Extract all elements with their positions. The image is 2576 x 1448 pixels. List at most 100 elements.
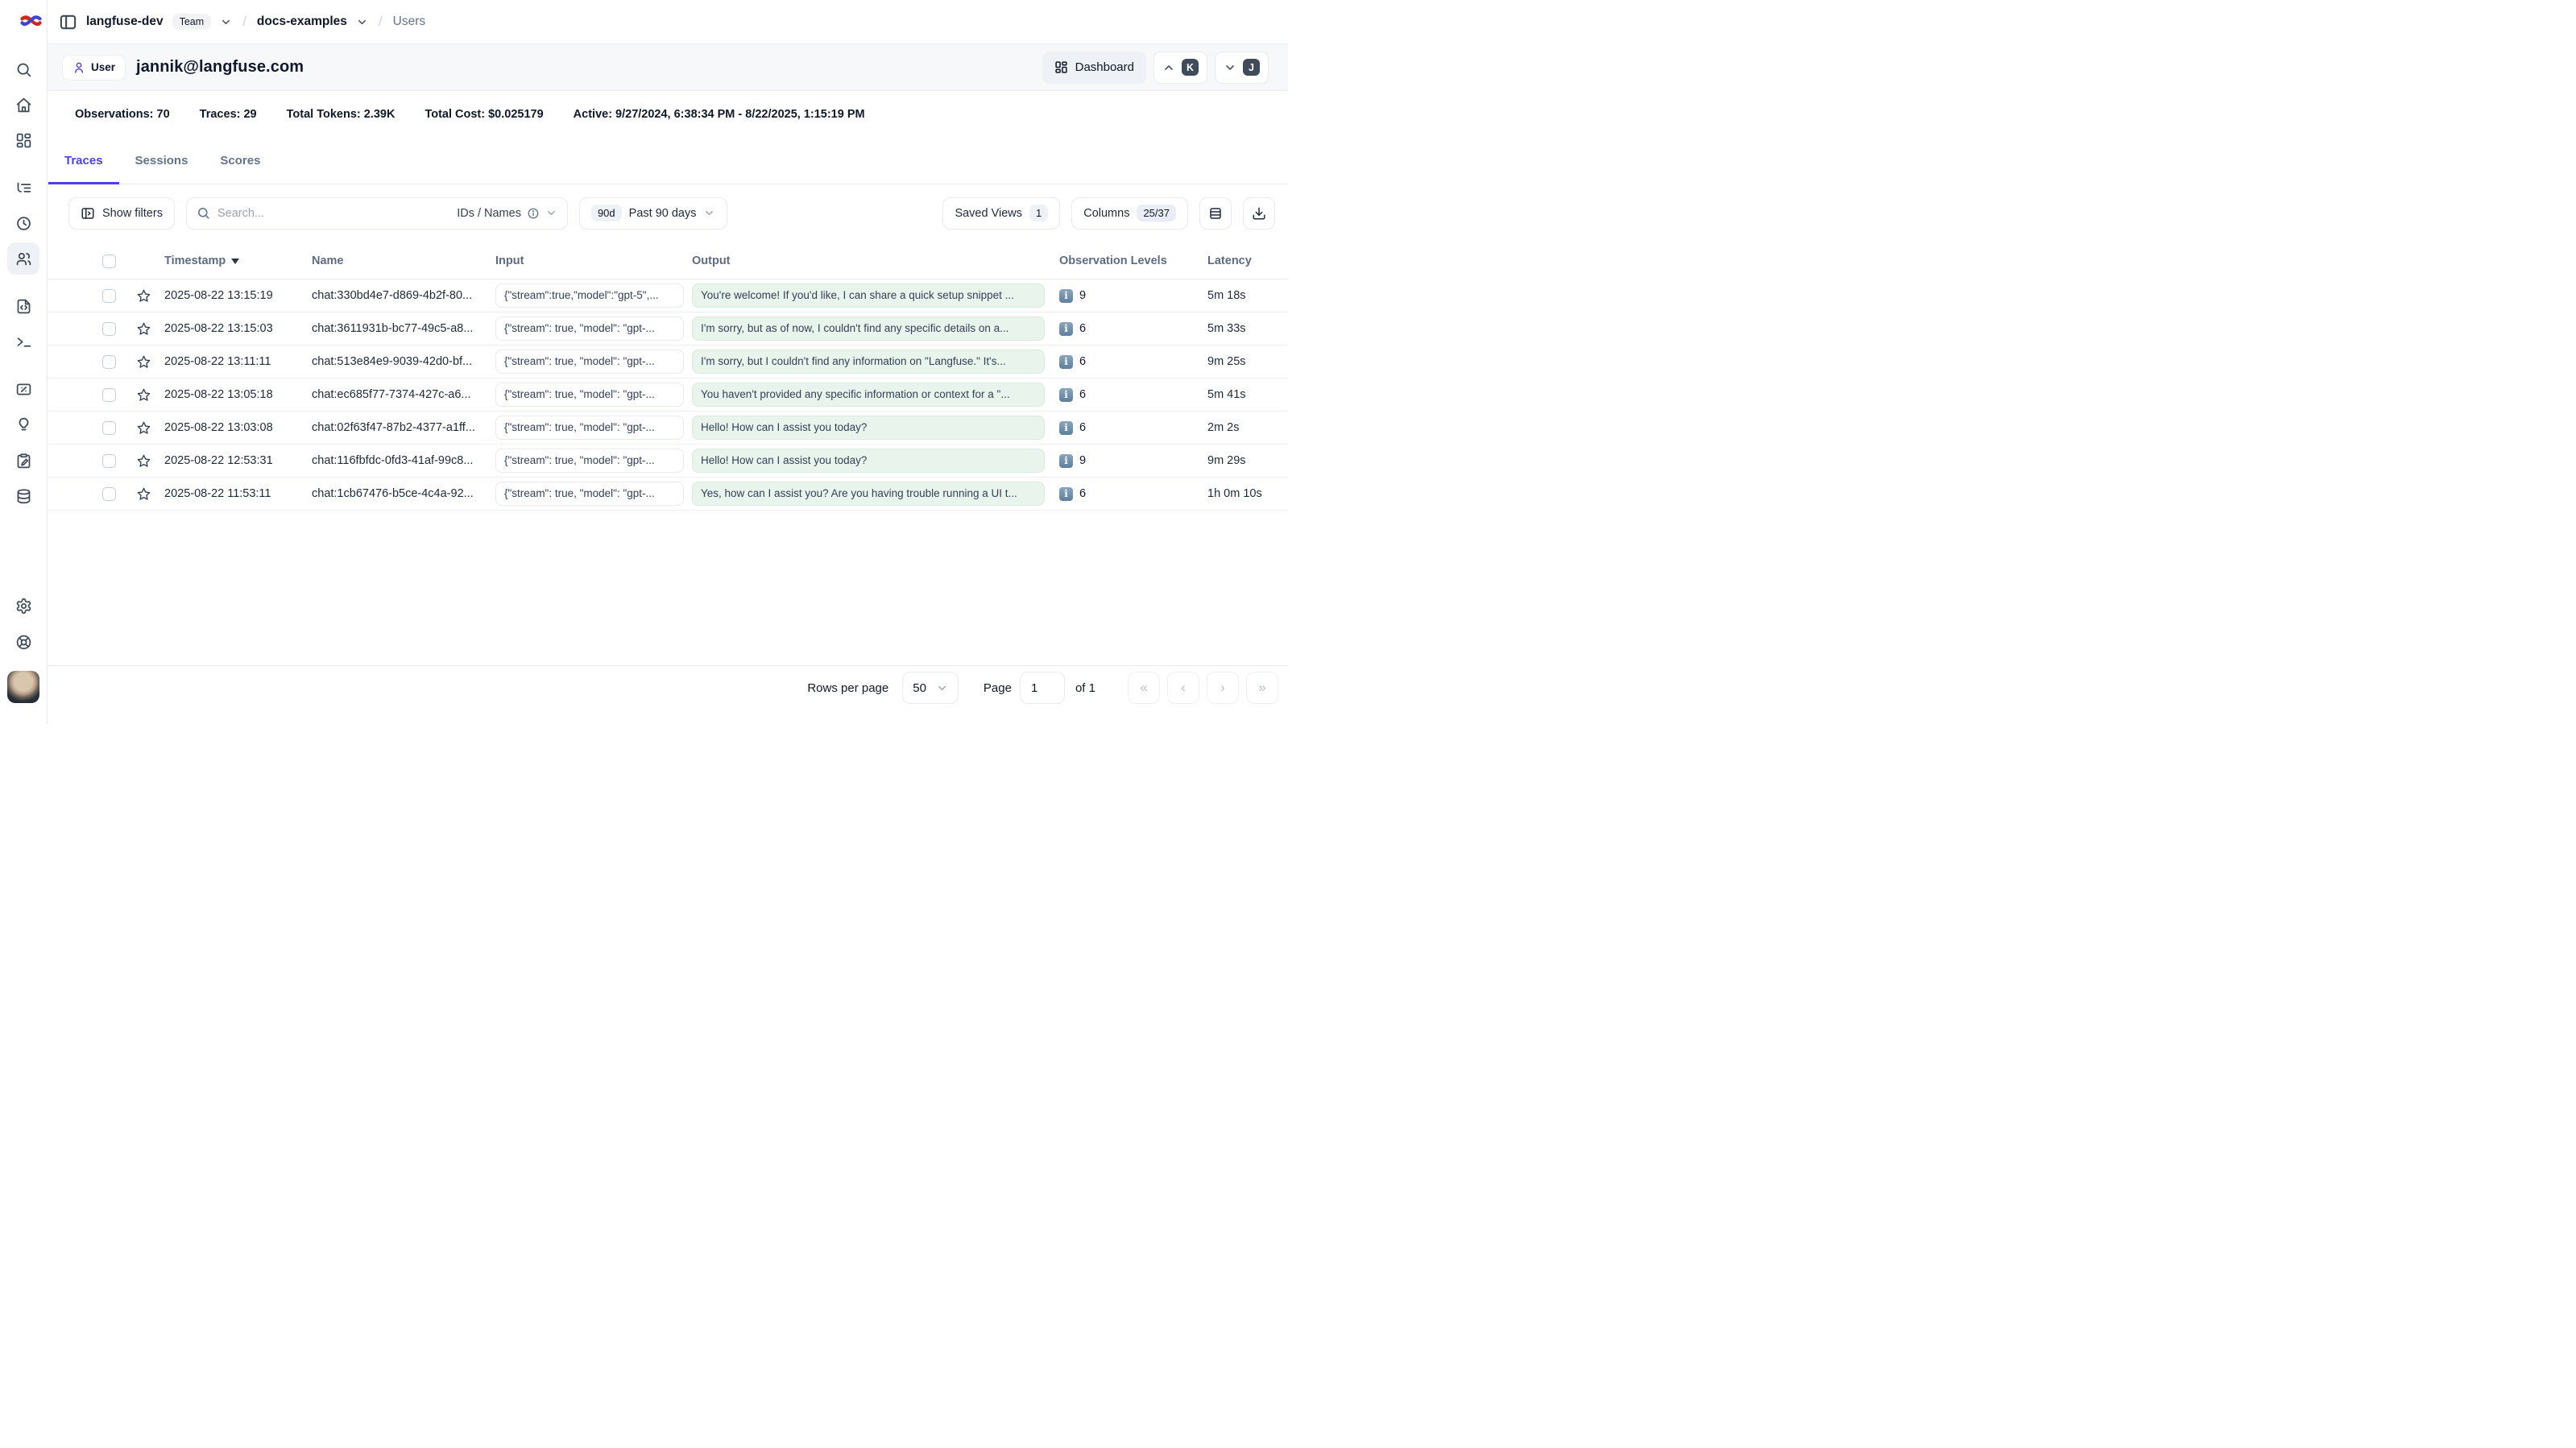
row-output-preview[interactable]: You're welcome! If you'd like, I can sha… xyxy=(692,283,1045,308)
saved-views-button[interactable]: Saved Views 1 xyxy=(942,197,1060,230)
table-row[interactable]: 2025-08-22 13:15:03 chat:3611931b-bc77-4… xyxy=(48,312,1288,345)
column-header-name[interactable]: Name xyxy=(312,243,483,279)
sidebar-item-datasets[interactable] xyxy=(7,480,39,512)
table-row[interactable]: 2025-08-22 13:11:11 chat:513e84e9-9039-4… xyxy=(48,345,1288,379)
previous-page-button[interactable]: ‹ xyxy=(1167,672,1199,704)
row-checkbox[interactable] xyxy=(102,421,116,435)
row-input-preview[interactable]: {"stream":true,"model":"gpt-5",... xyxy=(495,283,684,308)
select-all-checkbox[interactable] xyxy=(102,254,116,268)
tab-scores[interactable]: Scores xyxy=(204,138,276,184)
row-latency: 5m 41s xyxy=(1207,379,1246,411)
sidebar-item-playground[interactable] xyxy=(7,325,39,358)
table-row[interactable]: 2025-08-22 13:03:08 chat:02f63f47-87b2-4… xyxy=(48,412,1288,445)
row-input-preview[interactable]: {"stream": true, "model": "gpt-... xyxy=(495,482,684,506)
previous-user-button[interactable]: K xyxy=(1153,52,1207,84)
row-input-preview[interactable]: {"stream": true, "model": "gpt-... xyxy=(495,416,684,440)
table-row[interactable]: 2025-08-22 11:53:11 chat:1cb67476-b5ce-4… xyxy=(48,478,1288,511)
table-row[interactable]: 2025-08-22 13:05:18 chat:ec685f77-7374-4… xyxy=(48,379,1288,412)
sidebar-item-support[interactable] xyxy=(7,626,39,658)
row-timestamp[interactable]: 2025-08-22 12:53:31 xyxy=(164,445,273,477)
row-name[interactable]: chat:02f63f47-87b2-4377-a1ff... xyxy=(312,412,483,444)
table-row[interactable]: 2025-08-22 13:15:19 chat:330bd4e7-d869-4… xyxy=(48,279,1288,312)
row-name[interactable]: chat:330bd4e7-d869-4b2f-80... xyxy=(312,279,483,312)
sidebar-item-prompts[interactable] xyxy=(7,290,39,322)
column-header-output[interactable]: Output xyxy=(692,243,1045,279)
row-output-preview[interactable]: I'm sorry, but I couldn't find any infor… xyxy=(692,350,1045,374)
row-output-preview[interactable]: Hello! How can I assist you today? xyxy=(692,416,1045,440)
sidebar-item-users[interactable] xyxy=(7,242,39,275)
row-input-preview[interactable]: {"stream": true, "model": "gpt-... xyxy=(495,350,684,374)
row-name[interactable]: chat:116fbfdc-0fd3-41af-99c8... xyxy=(312,445,483,477)
bookmark-star-icon[interactable] xyxy=(136,288,151,304)
row-timestamp[interactable]: 2025-08-22 13:11:11 xyxy=(164,345,271,378)
tab-traces[interactable]: Traces xyxy=(48,138,119,184)
next-page-button[interactable]: › xyxy=(1207,672,1239,704)
show-filters-button[interactable]: Show filters xyxy=(68,197,175,230)
time-range-dropdown[interactable]: 90d Past 90 days xyxy=(579,197,728,230)
sidebar-toggle-button[interactable] xyxy=(59,13,77,31)
row-height-button[interactable] xyxy=(1199,197,1232,230)
row-checkbox[interactable] xyxy=(102,289,116,303)
rows-per-page-select[interactable]: 50 xyxy=(902,672,959,704)
sidebar-item-settings[interactable] xyxy=(7,590,39,622)
row-output-preview[interactable]: Hello! How can I assist you today? xyxy=(692,449,1045,473)
search-icon xyxy=(197,206,210,220)
row-input-preview[interactable]: {"stream": true, "model": "gpt-... xyxy=(495,383,684,407)
column-header-observation-levels[interactable]: Observation Levels xyxy=(1059,243,1167,279)
sidebar-item-llm-as-a-judge[interactable] xyxy=(7,408,39,440)
org-switcher-button[interactable] xyxy=(220,16,232,28)
sidebar-item-home[interactable] xyxy=(7,89,39,121)
row-input-preview[interactable]: {"stream": true, "model": "gpt-... xyxy=(495,316,684,341)
dashboard-button[interactable]: Dashboard xyxy=(1042,52,1146,84)
sidebar-item-search[interactable] xyxy=(7,53,39,85)
sidebar-item-tracing[interactable] xyxy=(7,172,39,204)
row-name[interactable]: chat:ec685f77-7374-427c-a6... xyxy=(312,379,483,411)
first-page-button[interactable]: « xyxy=(1128,672,1160,704)
breadcrumb-project[interactable]: docs-examples xyxy=(257,14,347,29)
row-output-preview[interactable]: You haven't provided any specific inform… xyxy=(692,383,1045,407)
row-timestamp[interactable]: 2025-08-22 13:15:03 xyxy=(164,312,273,345)
last-page-button[interactable]: » xyxy=(1246,672,1278,704)
breadcrumb-separator: / xyxy=(377,14,384,30)
bookmark-star-icon[interactable] xyxy=(136,387,151,403)
row-checkbox[interactable] xyxy=(102,388,116,402)
sidebar-item-dashboards[interactable] xyxy=(7,124,39,156)
column-header-input[interactable]: Input xyxy=(495,243,684,279)
row-checkbox[interactable] xyxy=(102,487,116,501)
column-header-latency[interactable]: Latency xyxy=(1207,243,1252,279)
page-number-input[interactable] xyxy=(1020,672,1065,704)
row-output-preview[interactable]: I'm sorry, but as of now, I couldn't fin… xyxy=(692,316,1045,341)
row-name[interactable]: chat:3611931b-bc77-49c5-a8... xyxy=(312,312,483,345)
sidebar-item-evaluation[interactable] xyxy=(7,373,39,405)
row-timestamp[interactable]: 2025-08-22 13:15:19 xyxy=(164,279,273,312)
tab-sessions[interactable]: Sessions xyxy=(119,138,205,184)
bookmark-star-icon[interactable] xyxy=(136,486,151,502)
bookmark-star-icon[interactable] xyxy=(136,354,151,370)
sort-descending-icon xyxy=(231,259,239,264)
search-input[interactable] xyxy=(217,207,449,220)
sidebar-item-sessions[interactable] xyxy=(7,207,39,239)
row-input-preview[interactable]: {"stream": true, "model": "gpt-... xyxy=(495,449,684,473)
row-name[interactable]: chat:1cb67476-b5ce-4c4a-92... xyxy=(312,478,483,510)
row-timestamp[interactable]: 2025-08-22 13:05:18 xyxy=(164,379,273,411)
bookmark-star-icon[interactable] xyxy=(136,420,151,436)
row-timestamp[interactable]: 2025-08-22 13:03:08 xyxy=(164,412,273,444)
row-checkbox[interactable] xyxy=(102,355,116,369)
bookmark-star-icon[interactable] xyxy=(136,321,151,337)
table-row[interactable]: 2025-08-22 12:53:31 chat:116fbfdc-0fd3-4… xyxy=(48,445,1288,478)
bookmark-star-icon[interactable] xyxy=(136,453,151,469)
export-button[interactable] xyxy=(1243,197,1275,230)
column-header-timestamp[interactable]: Timestamp xyxy=(164,243,239,279)
row-output-preview[interactable]: Yes, how can I assist you? Are you havin… xyxy=(692,482,1045,506)
row-checkbox[interactable] xyxy=(102,322,116,336)
user-avatar[interactable] xyxy=(7,671,39,703)
row-checkbox[interactable] xyxy=(102,454,116,468)
columns-button[interactable]: Columns 25/37 xyxy=(1071,197,1188,230)
breadcrumb-org[interactable]: langfuse-dev xyxy=(86,14,164,29)
project-switcher-button[interactable] xyxy=(356,16,368,28)
row-name[interactable]: chat:513e84e9-9039-42d0-bf... xyxy=(312,345,483,378)
next-user-button[interactable]: J xyxy=(1215,52,1269,84)
row-timestamp[interactable]: 2025-08-22 11:53:11 xyxy=(164,478,271,510)
search-scope-dropdown[interactable]: IDs / Names xyxy=(457,207,557,220)
sidebar-item-annotation[interactable] xyxy=(7,445,39,477)
